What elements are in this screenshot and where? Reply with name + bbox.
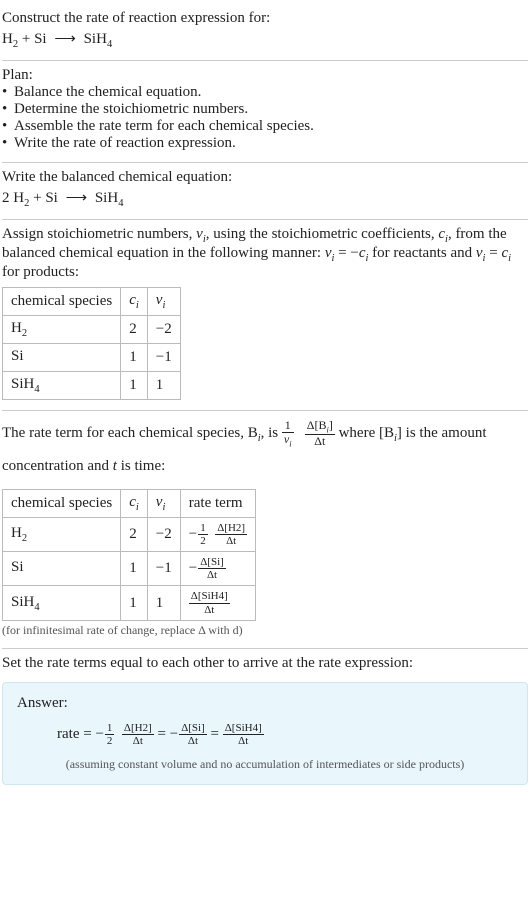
fraction: Δ[Bi]Δt — [305, 419, 335, 449]
coef: 2 — [2, 190, 13, 206]
balanced-section: Write the balanced chemical equation: 2 … — [2, 163, 528, 220]
col-nui: νi — [147, 288, 180, 316]
fraction: 12 — [198, 522, 208, 547]
rateterm-note: (for infinitesimal rate of change, repla… — [2, 623, 528, 638]
table-row: H2 2 −2 −12 Δ[H2]Δt — [3, 518, 256, 552]
fraction: Δ[Si]Δt — [179, 722, 207, 747]
final-section: Set the rate terms equal to each other t… — [2, 649, 528, 795]
balanced-heading: Write the balanced chemical equation: — [2, 169, 528, 186]
plan-heading: Plan: — [2, 67, 528, 84]
answer-label: Answer: — [17, 695, 513, 712]
col-species: chemical species — [3, 490, 121, 518]
col-rate: rate term — [180, 490, 255, 518]
cell-species: H2 — [3, 316, 121, 344]
rateterm-text: The rate term for each chemical species,… — [2, 417, 528, 483]
arrow-icon: ⟶ — [50, 29, 80, 48]
species-h2: H2 — [2, 31, 18, 47]
intro-equation: H2 + Si ⟶ SiH4 — [2, 29, 528, 50]
cell-nui: −1 — [147, 344, 180, 372]
fraction: 1νi — [282, 419, 294, 449]
cell-species: Si — [3, 344, 121, 372]
assign-text: Assign stoichiometric numbers, νi, using… — [2, 226, 528, 281]
cell-species: SiH4 — [3, 372, 121, 400]
col-species: chemical species — [3, 288, 121, 316]
fraction: Δ[SiH4]Δt — [223, 722, 264, 747]
plan-item-text: Write the rate of reaction expression. — [14, 135, 236, 152]
species-sih4: SiH4 — [95, 190, 124, 206]
final-heading: Set the rate terms equal to each other t… — [2, 655, 528, 672]
table-row: H2 2 −2 — [3, 316, 181, 344]
table-row: SiH4 1 1 — [3, 372, 181, 400]
plan-item-text: Assemble the rate term for each chemical… — [14, 118, 314, 135]
bullet-icon: • — [2, 135, 14, 152]
species-si: Si — [45, 190, 58, 206]
intro-prompt: Construct the rate of reaction expressio… — [2, 10, 528, 27]
plus: + — [18, 31, 34, 47]
cell-species: SiH4 — [3, 586, 121, 620]
cell-rate: Δ[SiH4]Δt — [180, 586, 255, 620]
arrow-icon: ⟶ — [62, 188, 92, 207]
fraction: Δ[SiH4]Δt — [189, 590, 230, 615]
fraction: Δ[H2]Δt — [215, 522, 247, 547]
cell-rate: −12 Δ[H2]Δt — [180, 518, 255, 552]
rateterm-section: The rate term for each chemical species,… — [2, 411, 528, 649]
bullet-icon: • — [2, 84, 14, 101]
table-header-row: chemical species ci νi rate term — [3, 490, 256, 518]
cell-rate: −Δ[Si]Δt — [180, 552, 255, 586]
col-nui: νi — [147, 490, 180, 518]
cell-nui: −2 — [147, 316, 180, 344]
fraction: 12 — [105, 722, 115, 747]
col-ci: ci — [121, 490, 148, 518]
plan-item: •Assemble the rate term for each chemica… — [2, 118, 528, 135]
assign-section: Assign stoichiometric numbers, νi, using… — [2, 220, 528, 411]
plan-item: •Balance the chemical equation. — [2, 84, 528, 101]
plan-item-text: Balance the chemical equation. — [14, 84, 201, 101]
table-row: Si 1 −1 −Δ[Si]Δt — [3, 552, 256, 586]
plan-item-text: Determine the stoichiometric numbers. — [14, 101, 248, 118]
stoich-table: chemical species ci νi H2 2 −2 Si 1 −1 S… — [2, 287, 181, 400]
table-row: Si 1 −1 — [3, 344, 181, 372]
cell-ci: 2 — [121, 518, 148, 552]
answer-box: Answer: rate = −12 Δ[H2]Δt = −Δ[Si]Δt = … — [2, 682, 528, 785]
cell-ci: 1 — [121, 552, 148, 586]
cell-nui: 1 — [147, 372, 180, 400]
balanced-equation: 2 H2 + Si ⟶ SiH4 — [2, 188, 528, 209]
fraction: Δ[H2]Δt — [122, 722, 154, 747]
cell-ci: 1 — [121, 586, 148, 620]
cell-ci: 2 — [121, 316, 148, 344]
cell-species: H2 — [3, 518, 121, 552]
table-row: SiH4 1 1 Δ[SiH4]Δt — [3, 586, 256, 620]
species-h2: H2 — [13, 190, 29, 206]
cell-nui: −2 — [147, 518, 180, 552]
fraction: Δ[Si]Δt — [198, 556, 226, 581]
intro-section: Construct the rate of reaction expressio… — [2, 4, 528, 61]
cell-nui: −1 — [147, 552, 180, 586]
cell-nui: 1 — [147, 586, 180, 620]
plan-section: Plan: •Balance the chemical equation. •D… — [2, 61, 528, 163]
plan-item: •Determine the stoichiometric numbers. — [2, 101, 528, 118]
species-sih4: SiH4 — [84, 31, 113, 47]
species-si: Si — [34, 31, 47, 47]
rate-expression: rate = −12 Δ[H2]Δt = −Δ[Si]Δt = Δ[SiH4]Δ… — [17, 718, 513, 751]
bullet-icon: • — [2, 118, 14, 135]
col-ci: ci — [121, 288, 148, 316]
rateterm-table: chemical species ci νi rate term H2 2 −2… — [2, 489, 256, 621]
page: Construct the rate of reaction expressio… — [0, 0, 530, 815]
assumption-note: (assuming constant volume and no accumul… — [17, 757, 513, 772]
plan-item: •Write the rate of reaction expression. — [2, 135, 528, 152]
plus: + — [29, 190, 45, 206]
rate-label: rate = — [57, 726, 95, 742]
bullet-icon: • — [2, 101, 14, 118]
cell-ci: 1 — [121, 372, 148, 400]
cell-ci: 1 — [121, 344, 148, 372]
cell-species: Si — [3, 552, 121, 586]
table-header-row: chemical species ci νi — [3, 288, 181, 316]
